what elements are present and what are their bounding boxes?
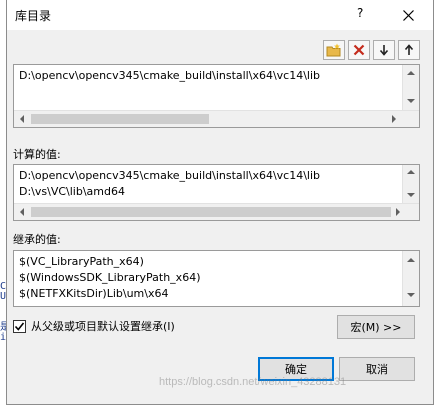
list-item: D:\opencv\opencv345\cmake_build\install\… (19, 169, 321, 182)
scroll-up-icon[interactable] (407, 258, 415, 262)
new-line-button[interactable] (323, 40, 345, 60)
close-button[interactable] (395, 4, 421, 26)
library-directories-dialog: 库目录 ? D:\opencv\opencv345\cmake_build\in… (6, 0, 434, 405)
arrow-down-icon (379, 45, 389, 56)
scroll-right-icon[interactable] (392, 115, 396, 123)
inherit-option[interactable]: 从父级或项目默认设置继承(I) (13, 318, 175, 334)
scroll-down-icon[interactable] (407, 293, 415, 297)
checkmark-icon (14, 322, 25, 331)
inherited-values-label: 继承的值: (13, 233, 61, 246)
scroll-down-icon[interactable] (407, 99, 415, 103)
help-button[interactable]: ? (357, 6, 363, 20)
scrollbar-thumb[interactable] (31, 114, 209, 124)
scroll-left-icon[interactable] (20, 115, 24, 123)
move-down-button[interactable] (373, 40, 395, 60)
inherit-label[interactable]: 从父级或项目默认设置继承(I) (31, 318, 175, 334)
vertical-scrollbar[interactable] (402, 165, 419, 204)
list-item[interactable]: D:\opencv\opencv345\cmake_build\install\… (19, 68, 320, 84)
vertical-scrollbar[interactable] (402, 65, 419, 111)
horizontal-scrollbar[interactable] (14, 203, 419, 220)
delete-icon (353, 44, 365, 56)
directory-toolbar (320, 40, 420, 60)
horizontal-scrollbar[interactable] (14, 110, 419, 127)
list-item: $(VC_LibraryPath_x64) (19, 255, 144, 268)
vertical-scrollbar[interactable] (402, 251, 419, 306)
arrow-up-icon (404, 44, 414, 55)
cancel-button[interactable]: 取消 (339, 357, 415, 381)
title-bar: 库目录 ? (7, 0, 433, 30)
computed-values-listbox: D:\opencv\opencv345\cmake_build\install\… (13, 164, 420, 221)
list-item: $(WindowsSDK_LibraryPath_x64) (19, 271, 201, 284)
inherited-values-listbox: $(VC_LibraryPath_x64) $(WindowsSDK_Libra… (13, 250, 420, 307)
computed-values-label: 计算的值: (13, 148, 61, 161)
scroll-right-icon[interactable] (396, 208, 400, 216)
directories-lines: D:\opencv\opencv345\cmake_build\install\… (19, 68, 320, 84)
directories-listbox[interactable]: D:\opencv\opencv345\cmake_build\install\… (13, 64, 420, 128)
scroll-up-icon[interactable] (407, 170, 415, 174)
close-icon (402, 9, 414, 21)
inherit-checkbox[interactable] (13, 319, 26, 333)
move-up-button[interactable] (398, 40, 420, 60)
dialog-title: 库目录 (15, 9, 52, 23)
new-folder-icon (326, 43, 341, 57)
delete-line-button[interactable] (348, 40, 370, 60)
watermark: https://blog.csdn.net/weixin_43288131 (159, 376, 347, 388)
scroll-down-icon[interactable] (407, 193, 415, 197)
list-item: D:\vs\VC\lib\amd64 (19, 185, 125, 198)
inherited-lines: $(VC_LibraryPath_x64) $(WindowsSDK_Libra… (19, 254, 200, 302)
macros-button[interactable]: 宏(M) >> (337, 315, 415, 339)
scroll-up-icon[interactable] (407, 71, 415, 75)
computed-lines: D:\opencv\opencv345\cmake_build\install\… (19, 168, 320, 200)
list-item: $(NETFXKitsDir)Lib\um\x64 (19, 287, 169, 300)
scroll-left-icon[interactable] (20, 208, 24, 216)
scrollbar-thumb[interactable] (31, 207, 391, 217)
